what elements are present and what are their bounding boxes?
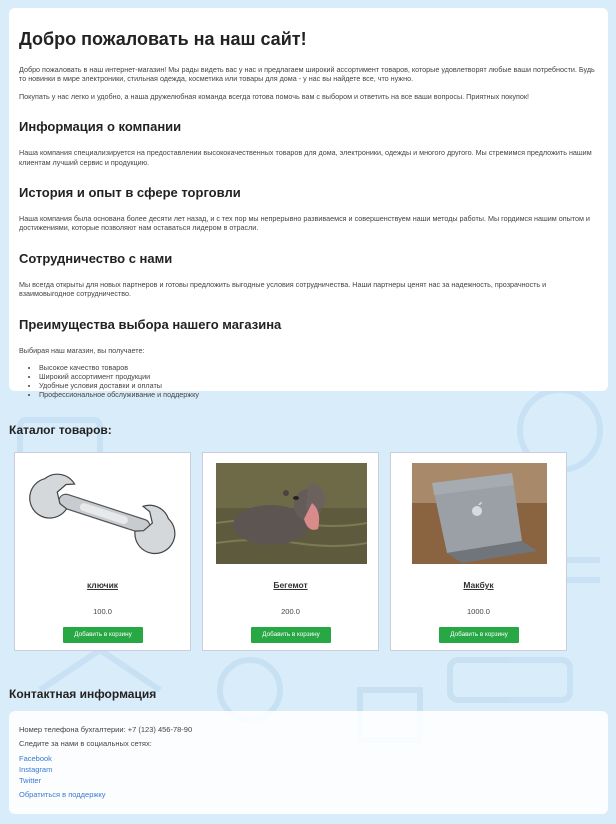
hippo-image[interactable]: [216, 463, 367, 564]
twitter-link[interactable]: Twitter: [19, 775, 598, 786]
add-to-cart-button[interactable]: Добавить в корзину: [251, 627, 331, 643]
support-link[interactable]: Обратиться в поддержку: [19, 789, 598, 800]
product-name[interactable]: Бегемот: [203, 580, 378, 590]
social-lead: Следите за нами в социальных сетях:: [19, 739, 152, 748]
advantages-list: Высокое качество товаров Широкий ассорти…: [39, 363, 598, 399]
list-item: Широкий ассортимент продукции: [39, 372, 598, 381]
instagram-link[interactable]: Instagram: [19, 764, 598, 775]
product-name[interactable]: ключик: [15, 580, 190, 590]
product-price: 100.0: [93, 607, 112, 616]
product-price: 200.0: [281, 607, 300, 616]
section-heading-history: История и опыт в сфере торговли: [19, 185, 241, 201]
wrench-image[interactable]: [27, 463, 177, 564]
product-card: Макбук 1000.0 Добавить в корзину: [390, 452, 567, 651]
product-name[interactable]: Макбук: [391, 580, 566, 590]
page-title: Добро пожаловать на наш сайт!: [19, 29, 307, 49]
facebook-link[interactable]: Facebook: [19, 753, 598, 764]
add-to-cart-button[interactable]: Добавить в корзину: [439, 627, 519, 643]
advantages-lead: Выбирая наш магазин, вы получаете:: [19, 345, 145, 355]
list-item: Удобные условия доставки и оплаты: [39, 381, 598, 390]
phone-text: Номер телефона бухгалтерии: +7 (123) 456…: [19, 725, 193, 734]
section-text-history: Наша компания была основана более десяти…: [19, 214, 590, 233]
catalog-title: Каталог товаров:: [9, 423, 112, 437]
section-text-partnership: Мы всегда открыты для новых партнеров и …: [19, 279, 547, 299]
product-price: 1000.0: [467, 607, 490, 616]
list-item: Высокое качество товаров: [39, 363, 598, 372]
product-card: ключик 100.0 Добавить в корзину: [14, 452, 191, 651]
section-heading-advantages: Преимущества выбора нашего магазина: [19, 316, 282, 332]
intro-paragraph-2: Покупать у нас легко и удобно, а наша др…: [19, 91, 530, 101]
intro-card: Добро пожаловать на наш сайт! Добро пожа…: [9, 8, 608, 399]
laptop-image[interactable]: [412, 463, 547, 564]
intro-paragraph-1: Добро пожаловать в наш интернет-магазин!…: [19, 65, 595, 84]
section-text-company: Наша компания специализируется на предос…: [19, 148, 592, 167]
section-heading-company: Информация о компании: [19, 119, 182, 135]
list-item: Профессиональное обслуживание и поддержк…: [39, 390, 598, 399]
add-to-cart-button[interactable]: Добавить в корзину: [63, 627, 143, 643]
product-card: Бегемот 200.0 Добавить в корзину: [202, 452, 379, 651]
contact-title: Контактная информация: [9, 687, 157, 701]
contact-card: Номер телефона бухгалтерии: +7 (123) 456…: [9, 711, 608, 814]
section-heading-partnership: Сотрудничество с нами: [19, 250, 173, 266]
